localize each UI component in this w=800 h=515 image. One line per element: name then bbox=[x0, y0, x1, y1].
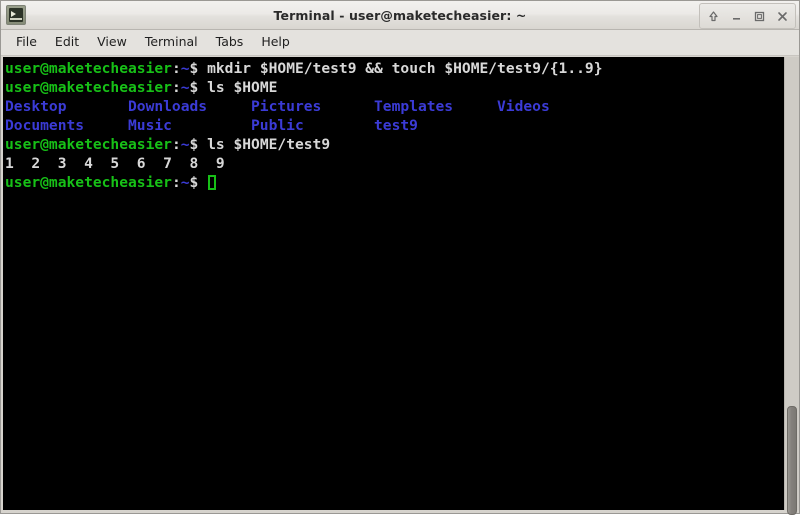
prompt-colon: : bbox=[171, 60, 181, 77]
prompt-user-host: user@maketecheasier bbox=[5, 79, 172, 96]
maximize-button[interactable] bbox=[748, 6, 770, 26]
prompt-path: ~ bbox=[180, 60, 190, 77]
directory-listing: Desktop Downloads Pictures Templates Vid… bbox=[5, 98, 550, 115]
terminal-command bbox=[198, 174, 207, 191]
terminal-line: 1 2 3 4 5 6 7 8 9 bbox=[5, 154, 784, 173]
window-controls bbox=[699, 3, 796, 29]
file-listing: 1 2 3 4 5 6 7 8 9 bbox=[5, 155, 225, 172]
terminal-window: Terminal - user@maketecheasier: ~ File E… bbox=[0, 0, 800, 515]
minimize-button[interactable] bbox=[725, 6, 747, 26]
menu-item-help[interactable]: Help bbox=[252, 33, 299, 52]
terminal-cursor bbox=[208, 175, 217, 190]
prompt-sigil: $ bbox=[189, 79, 199, 96]
terminal-output: user@maketecheasier:~$ mkdir $HOME/test9… bbox=[5, 59, 784, 192]
close-button[interactable] bbox=[771, 6, 793, 26]
scrollbar-thumb[interactable] bbox=[787, 405, 797, 515]
window-title: Terminal - user@maketecheasier: ~ bbox=[273, 7, 527, 23]
menu-bar: File Edit View Terminal Tabs Help bbox=[1, 30, 799, 56]
prompt-user-host: user@maketecheasier bbox=[5, 174, 172, 191]
terminal-line: user@maketecheasier:~$ ls $HOME/test9 bbox=[5, 135, 784, 154]
prompt-colon: : bbox=[171, 79, 181, 96]
menu-item-view[interactable]: View bbox=[88, 33, 136, 52]
terminal-scrollbar[interactable] bbox=[784, 57, 799, 515]
prompt-user-host: user@maketecheasier bbox=[5, 136, 172, 153]
terminal-line: Documents Music Public test9 bbox=[5, 116, 784, 135]
terminal-body: user@maketecheasier:~$ mkdir $HOME/test9… bbox=[1, 56, 799, 515]
terminal-command: ls $HOME/test9 bbox=[198, 136, 331, 153]
terminal-command: ls $HOME bbox=[198, 79, 278, 96]
directory-listing: Documents Music Public test9 bbox=[5, 117, 418, 134]
title-bar[interactable]: Terminal - user@maketecheasier: ~ bbox=[1, 1, 799, 30]
prompt-path: ~ bbox=[180, 136, 190, 153]
menu-item-terminal[interactable]: Terminal bbox=[136, 33, 207, 52]
terminal-line: user@maketecheasier:~$ mkdir $HOME/test9… bbox=[5, 59, 784, 78]
terminal-line: user@maketecheasier:~$ ls $HOME bbox=[5, 78, 784, 97]
prompt-path: ~ bbox=[180, 174, 190, 191]
terminal-icon bbox=[6, 5, 26, 25]
prompt-sigil: $ bbox=[189, 60, 199, 77]
prompt-user-host: user@maketecheasier bbox=[5, 60, 172, 77]
terminal-command: mkdir $HOME/test9 && touch $HOME/test9/{… bbox=[198, 60, 603, 77]
terminal-line: Desktop Downloads Pictures Templates Vid… bbox=[5, 97, 784, 116]
prompt-sigil: $ bbox=[189, 174, 199, 191]
prompt-sigil: $ bbox=[189, 136, 199, 153]
terminal-line: user@maketecheasier:~$ bbox=[5, 173, 784, 192]
menu-item-tabs[interactable]: Tabs bbox=[207, 33, 253, 52]
terminal-screen[interactable]: user@maketecheasier:~$ mkdir $HOME/test9… bbox=[3, 57, 784, 510]
menu-item-edit[interactable]: Edit bbox=[46, 33, 88, 52]
prompt-colon: : bbox=[171, 174, 181, 191]
prompt-path: ~ bbox=[180, 79, 190, 96]
menu-item-file[interactable]: File bbox=[7, 33, 46, 52]
prompt-colon: : bbox=[171, 136, 181, 153]
shade-button[interactable] bbox=[702, 6, 724, 26]
